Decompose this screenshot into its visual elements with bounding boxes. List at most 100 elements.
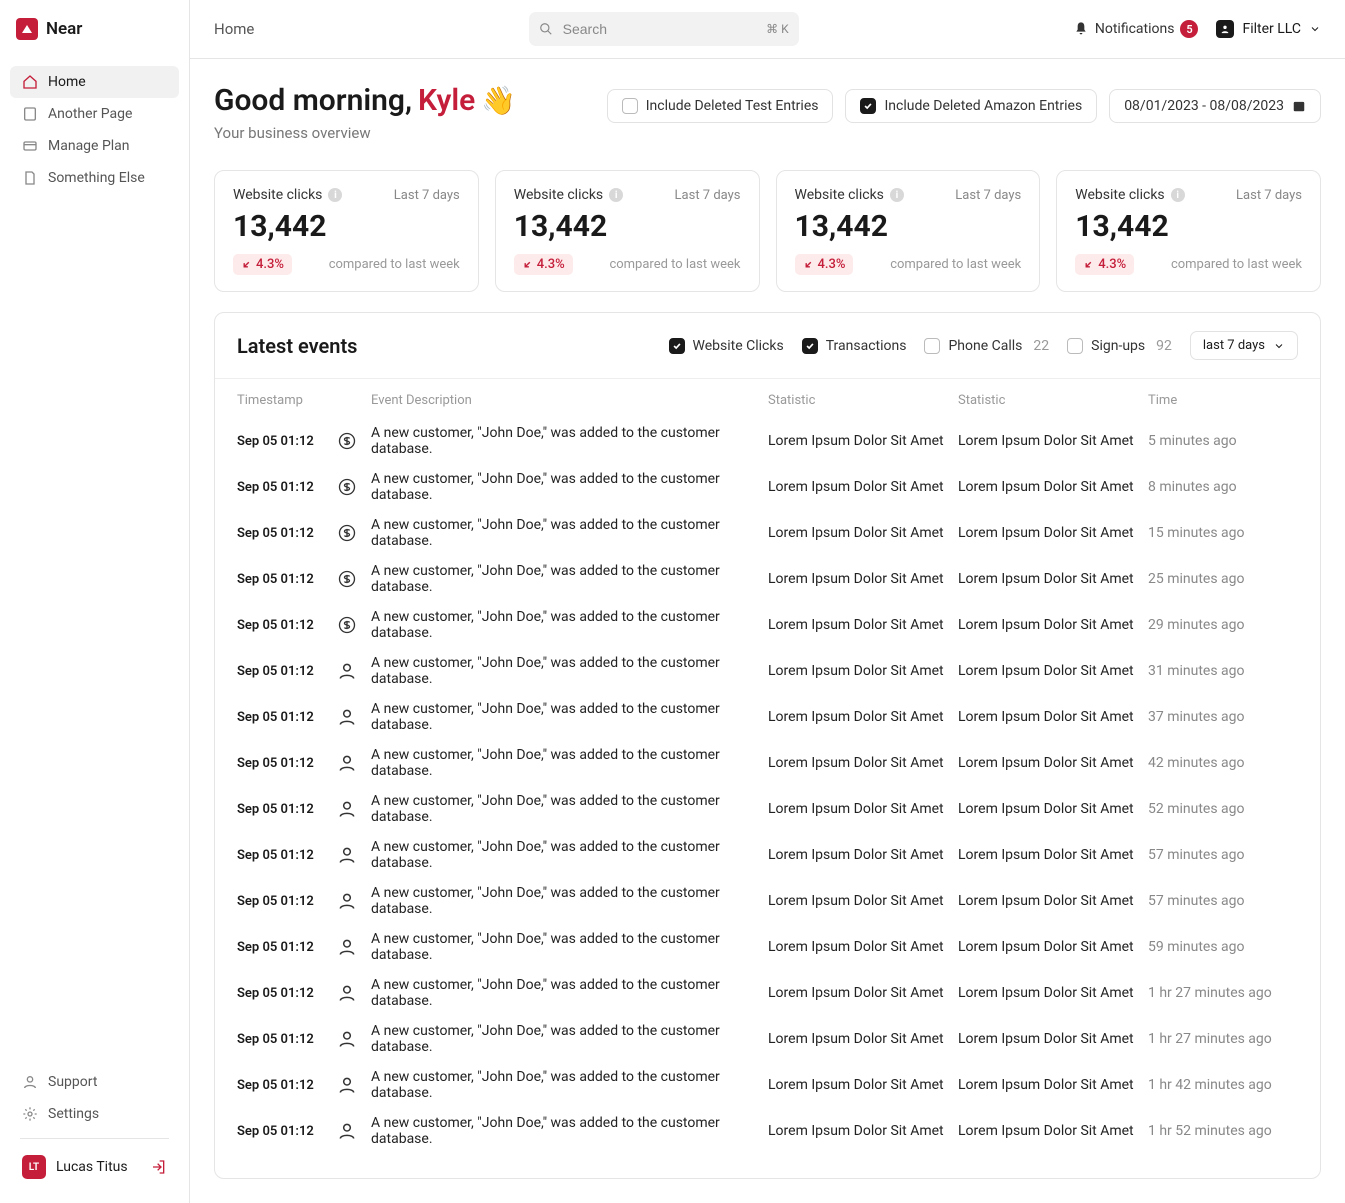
table-row[interactable]: Sep 05 01:12 A new customer, "John Doe,"…: [215, 602, 1320, 648]
cell-statistic-2: Lorem Ipsum Dolor Sit Amet: [958, 755, 1148, 771]
cell-statistic-2: Lorem Ipsum Dolor Sit Amet: [958, 1031, 1148, 1047]
cell-time: 37 minutes ago: [1148, 709, 1298, 725]
cell-time: 52 minutes ago: [1148, 801, 1298, 817]
date-range-picker[interactable]: 08/01/2023 - 08/08/2023: [1109, 89, 1321, 123]
cell-statistic-2: Lorem Ipsum Dolor Sit Amet: [958, 1077, 1148, 1093]
filter-website-clicks[interactable]: Website Clicks: [669, 338, 784, 354]
cell-statistic-2: Lorem Ipsum Dolor Sit Amet: [958, 571, 1148, 587]
cell-statistic-2: Lorem Ipsum Dolor Sit Amet: [958, 801, 1148, 817]
sidebar-item-home[interactable]: Home: [10, 66, 179, 98]
page-subtitle: Your business overview: [214, 124, 516, 142]
table-row[interactable]: Sep 05 01:12 A new customer, "John Doe,"…: [215, 878, 1320, 924]
info-icon[interactable]: i: [328, 188, 342, 202]
filter-label: Website Clicks: [693, 338, 784, 354]
cell-statistic-2: Lorem Ipsum Dolor Sit Amet: [958, 479, 1148, 495]
cell-statistic-2: Lorem Ipsum Dolor Sit Amet: [958, 663, 1148, 679]
table-row[interactable]: Sep 05 01:12 A new customer, "John Doe,"…: [215, 740, 1320, 786]
card-delta: 4.3%: [514, 254, 573, 275]
cell-icon: [337, 615, 371, 635]
table-row[interactable]: Sep 05 01:12 A new customer, "John Doe,"…: [215, 464, 1320, 510]
card-value: 13,442: [1075, 209, 1302, 244]
sidebar-item-manage-plan[interactable]: Manage Plan: [10, 130, 179, 162]
user-icon: [337, 1029, 357, 1049]
dollar-icon: [337, 615, 357, 635]
cell-statistic-1: Lorem Ipsum Dolor Sit Amet: [768, 617, 958, 633]
table-row[interactable]: Sep 05 01:12 A new customer, "John Doe,"…: [215, 648, 1320, 694]
table-row[interactable]: Sep 05 01:12 A new customer, "John Doe,"…: [215, 510, 1320, 556]
info-icon[interactable]: i: [890, 188, 904, 202]
header-controls: Include Deleted Test Entries Include Del…: [607, 89, 1321, 123]
arrow-down-left-icon: [803, 259, 814, 270]
cell-description: A new customer, "John Doe," was added to…: [371, 793, 768, 825]
notifications-button[interactable]: Notifications 5: [1073, 20, 1199, 38]
support-link[interactable]: Support: [10, 1066, 179, 1098]
table-row[interactable]: Sep 05 01:12 A new customer, "John Doe,"…: [215, 832, 1320, 878]
cell-description: A new customer, "John Doe," was added to…: [371, 425, 768, 457]
cell-icon: [337, 799, 371, 819]
filter-transactions[interactable]: Transactions: [802, 338, 907, 354]
breadcrumb: Home: [214, 20, 254, 38]
cell-statistic-1: Lorem Ipsum Dolor Sit Amet: [768, 571, 958, 587]
table-row[interactable]: Sep 05 01:12 A new customer, "John Doe,"…: [215, 786, 1320, 832]
notifications-label: Notifications: [1095, 21, 1175, 37]
filter-count: 92: [1156, 338, 1172, 354]
org-picker[interactable]: Filter LLC: [1216, 20, 1321, 38]
cell-timestamp: Sep 05 01:12: [237, 986, 337, 1001]
events-title: Latest events: [237, 334, 357, 358]
checkbox-checked-icon: [669, 338, 685, 354]
logo[interactable]: Near: [0, 0, 189, 58]
table-row[interactable]: Sep 05 01:12 A new customer, "John Doe,"…: [215, 1016, 1320, 1062]
table-row[interactable]: Sep 05 01:12 A new customer, "John Doe,"…: [215, 924, 1320, 970]
cell-timestamp: Sep 05 01:12: [237, 618, 337, 633]
col-statistic-2: Statistic: [958, 393, 1148, 408]
events-range-select[interactable]: last 7 days: [1190, 331, 1298, 360]
settings-link[interactable]: Settings: [10, 1098, 179, 1130]
filter-label: Sign-ups: [1091, 338, 1145, 354]
col-description: Event Description: [371, 393, 768, 408]
user-name: Lucas Titus: [56, 1159, 128, 1175]
table-row[interactable]: Sep 05 01:12 A new customer, "John Doe,"…: [215, 694, 1320, 740]
table-row[interactable]: Sep 05 01:12 A new customer, "John Doe,"…: [215, 556, 1320, 602]
search-input[interactable]: [529, 12, 799, 46]
filter-signups[interactable]: Sign-ups 92: [1067, 338, 1172, 354]
cell-time: 31 minutes ago: [1148, 663, 1298, 679]
cell-timestamp: Sep 05 01:12: [237, 940, 337, 955]
stat-cards: Website clicksi Last 7 days 13,442 4.3% …: [214, 170, 1321, 292]
cell-icon: [337, 523, 371, 543]
user-menu[interactable]: LT Lucas Titus: [10, 1147, 179, 1187]
cell-icon: [337, 891, 371, 911]
search-icon: [539, 22, 553, 36]
cell-statistic-2: Lorem Ipsum Dolor Sit Amet: [958, 847, 1148, 863]
logout-icon[interactable]: [151, 1159, 167, 1175]
include-amazon-toggle[interactable]: Include Deleted Amazon Entries: [845, 89, 1097, 123]
cell-time: 15 minutes ago: [1148, 525, 1298, 541]
table-row[interactable]: Sep 05 01:12 A new customer, "John Doe,"…: [215, 1062, 1320, 1108]
info-icon[interactable]: i: [609, 188, 623, 202]
col-timestamp: Timestamp: [237, 393, 337, 408]
cell-icon: [337, 569, 371, 589]
cell-description: A new customer, "John Doe," was added to…: [371, 517, 768, 549]
user-icon: [337, 661, 357, 681]
include-test-toggle[interactable]: Include Deleted Test Entries: [607, 89, 834, 123]
greeting-name: Kyle: [418, 83, 475, 118]
greeting-prefix: Good morning,: [214, 83, 412, 118]
filter-phone-calls[interactable]: Phone Calls 22: [924, 338, 1049, 354]
table-row[interactable]: Sep 05 01:12 A new customer, "John Doe,"…: [215, 418, 1320, 464]
divider: [20, 1138, 169, 1139]
info-icon[interactable]: i: [1171, 188, 1185, 202]
home-icon: [22, 74, 38, 90]
table-row[interactable]: Sep 05 01:12 A new customer, "John Doe,"…: [215, 970, 1320, 1016]
sidebar-item-something-else[interactable]: Something Else: [10, 162, 179, 194]
sidebar-nav: Home Another Page Manage Plan Something …: [0, 58, 189, 1056]
dollar-icon: [337, 477, 357, 497]
table-row[interactable]: Sep 05 01:12 A new customer, "John Doe,"…: [215, 1108, 1320, 1154]
org-icon: [1216, 20, 1234, 38]
cell-timestamp: Sep 05 01:12: [237, 1032, 337, 1047]
cell-description: A new customer, "John Doe," was added to…: [371, 977, 768, 1009]
cell-icon: [337, 661, 371, 681]
cell-icon: [337, 707, 371, 727]
sidebar-item-another-page[interactable]: Another Page: [10, 98, 179, 130]
card-delta: 4.3%: [1075, 254, 1134, 275]
cell-icon: [337, 845, 371, 865]
cell-timestamp: Sep 05 01:12: [237, 894, 337, 909]
